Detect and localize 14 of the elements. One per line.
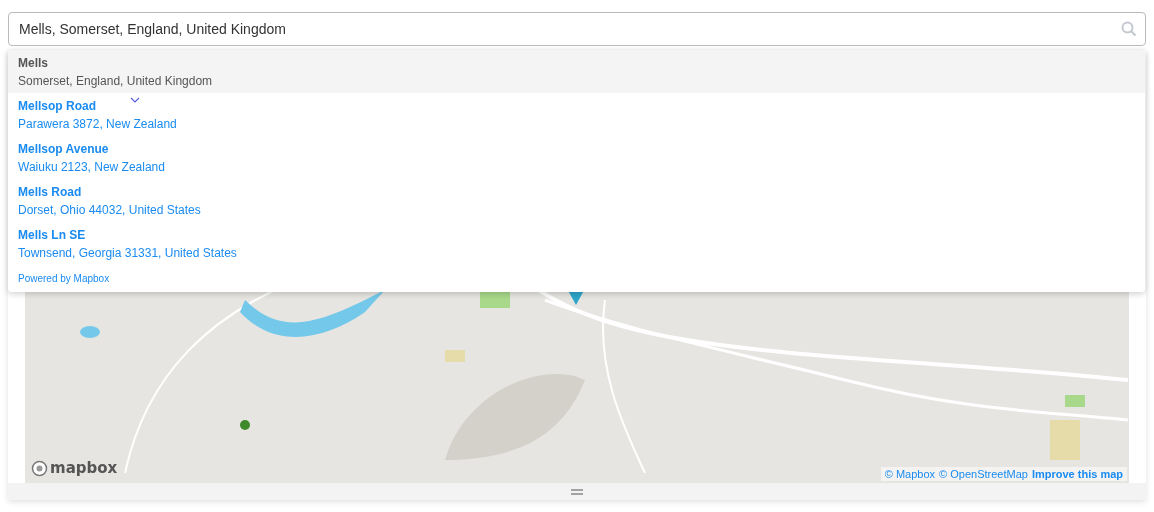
powered-by-link[interactable]: Powered by Mapbox bbox=[18, 273, 110, 284]
search-icon bbox=[1121, 21, 1137, 37]
attribution-link[interactable]: © Mapbox bbox=[884, 468, 936, 480]
mapbox-logo[interactable]: mapbox bbox=[31, 459, 118, 477]
suggestion-item[interactable]: Mells Ln SE Townsend, Georgia 31331, United States bbox=[8, 222, 1145, 265]
chevron-down-icon bbox=[130, 97, 140, 103]
search-field[interactable]: Mells, Somerset, England, United Kingdom bbox=[8, 12, 1146, 46]
suggestion-item[interactable]: Mellsop Avenue Waiuku 2123, New Zealand bbox=[8, 136, 1145, 179]
suggestion-item[interactable]: Mells Somerset, England, United Kingdom bbox=[8, 50, 1145, 93]
suggestion-item[interactable]: Mellsop Road Parawera 3872, New Zealand bbox=[8, 93, 1145, 136]
improve-map-link[interactable]: Improve this map bbox=[1031, 468, 1123, 480]
suggestion-item[interactable]: Mells Road Dorset, Ohio 44032, United States bbox=[8, 179, 1145, 222]
drag-handle-icon bbox=[571, 488, 583, 495]
attribution-link[interactable]: © OpenStreetMap bbox=[939, 468, 1028, 480]
